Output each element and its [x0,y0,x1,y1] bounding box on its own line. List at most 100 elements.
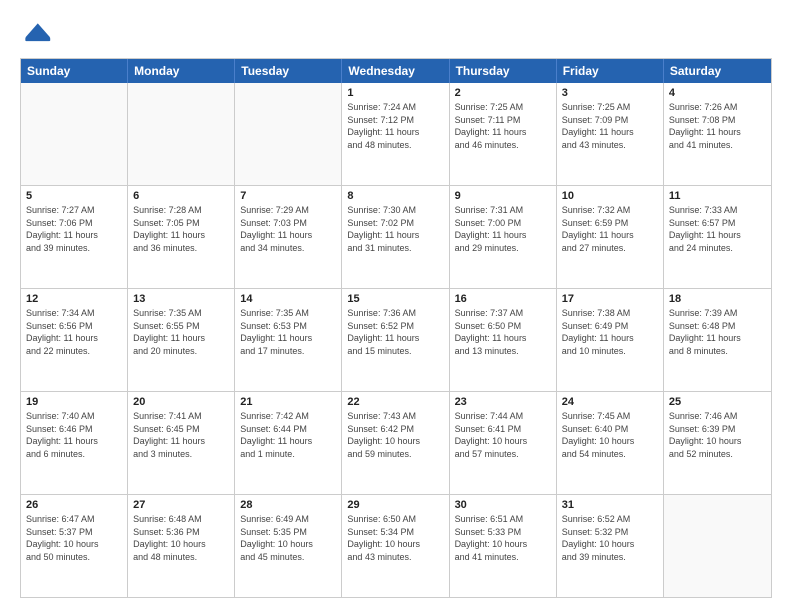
day-info: Sunrise: 7:31 AM Sunset: 7:00 PM Dayligh… [455,204,551,254]
header-cell-monday: Monday [128,59,235,83]
day-info: Sunrise: 6:52 AM Sunset: 5:32 PM Dayligh… [562,513,658,563]
day-cell-27: 27 Sunrise: 6:48 AM Sunset: 5:36 PM Dayli… [128,495,235,597]
day-number: 10 [562,190,658,202]
day-number: 31 [562,499,658,511]
day-cell-6: 6 Sunrise: 7:28 AM Sunset: 7:05 PM Daylig… [128,186,235,288]
empty-cell [235,83,342,185]
day-info: Sunrise: 7:27 AM Sunset: 7:06 PM Dayligh… [26,204,122,254]
day-cell-17: 17 Sunrise: 7:38 AM Sunset: 6:49 PM Dayli… [557,289,664,391]
day-info: Sunrise: 7:38 AM Sunset: 6:49 PM Dayligh… [562,307,658,357]
day-info: Sunrise: 6:48 AM Sunset: 5:36 PM Dayligh… [133,513,229,563]
day-info: Sunrise: 7:28 AM Sunset: 7:05 PM Dayligh… [133,204,229,254]
header-cell-sunday: Sunday [21,59,128,83]
header [20,18,772,50]
day-number: 9 [455,190,551,202]
day-cell-5: 5Sunrise: 7:27 AM Sunset: 7:06 PM Daylig… [21,186,128,288]
day-cell-8: 8Sunrise: 7:30 AM Sunset: 7:02 PM Daylig… [342,186,449,288]
day-info: Sunrise: 7:42 AM Sunset: 6:44 PM Dayligh… [240,410,336,460]
day-number: 15 [347,293,443,305]
day-info: Sunrise: 7:25 AM Sunset: 7:09 PM Dayligh… [562,101,658,151]
day-number: 17 [562,293,658,305]
day-info: Sunrise: 7:33 AM Sunset: 6:57 PM Dayligh… [669,204,766,254]
calendar-header: SundayMondayTuesdayWednesdayThursdayFrid… [21,59,771,83]
empty-cell [21,83,128,185]
day-info: Sunrise: 7:29 AM Sunset: 7:03 PM Dayligh… [240,204,336,254]
day-cell-25: 25 Sunrise: 7:46 AM Sunset: 6:39 PM Dayli… [664,392,771,494]
day-info: Sunrise: 7:35 AM Sunset: 6:53 PM Dayligh… [240,307,336,357]
day-cell-24: 24 Sunrise: 7:45 AM Sunset: 6:40 PM Dayli… [557,392,664,494]
header-cell-tuesday: Tuesday [235,59,342,83]
day-cell-7: 7 Sunrise: 7:29 AM Sunset: 7:03 PM Daylig… [235,186,342,288]
day-info: Sunrise: 7:35 AM Sunset: 6:55 PM Dayligh… [133,307,229,357]
day-number: 26 [26,499,122,511]
day-cell-29: 29 Sunrise: 6:50 AM Sunset: 5:34 PM Dayli… [342,495,449,597]
day-number: 21 [240,396,336,408]
logo-icon [20,18,52,50]
day-info: Sunrise: 7:37 AM Sunset: 6:50 PM Dayligh… [455,307,551,357]
day-number: 20 [133,396,229,408]
day-number: 12 [26,293,122,305]
day-number: 7 [240,190,336,202]
day-cell-20: 20 Sunrise: 7:41 AM Sunset: 6:45 PM Dayli… [128,392,235,494]
day-number: 28 [240,499,336,511]
day-info: Sunrise: 7:24 AM Sunset: 7:12 PM Dayligh… [347,101,443,151]
empty-cell [664,495,771,597]
day-info: Sunrise: 7:41 AM Sunset: 6:45 PM Dayligh… [133,410,229,460]
calendar-body: 1Sunrise: 7:24 AM Sunset: 7:12 PM Daylig… [21,83,771,597]
header-cell-saturday: Saturday [664,59,771,83]
day-info: Sunrise: 7:45 AM Sunset: 6:40 PM Dayligh… [562,410,658,460]
day-number: 16 [455,293,551,305]
day-cell-23: 23 Sunrise: 7:44 AM Sunset: 6:41 PM Dayli… [450,392,557,494]
day-number: 8 [347,190,443,202]
day-info: Sunrise: 7:26 AM Sunset: 7:08 PM Dayligh… [669,101,766,151]
day-cell-30: 30Sunrise: 6:51 AM Sunset: 5:33 PM Dayli… [450,495,557,597]
day-number: 29 [347,499,443,511]
day-info: Sunrise: 7:44 AM Sunset: 6:41 PM Dayligh… [455,410,551,460]
day-info: Sunrise: 7:25 AM Sunset: 7:11 PM Dayligh… [455,101,551,151]
day-number: 13 [133,293,229,305]
day-cell-13: 13 Sunrise: 7:35 AM Sunset: 6:55 PM Dayli… [128,289,235,391]
day-info: Sunrise: 6:47 AM Sunset: 5:37 PM Dayligh… [26,513,122,563]
day-cell-22: 22Sunrise: 7:43 AM Sunset: 6:42 PM Dayli… [342,392,449,494]
day-cell-18: 18 Sunrise: 7:39 AM Sunset: 6:48 PM Dayli… [664,289,771,391]
day-cell-9: 9 Sunrise: 7:31 AM Sunset: 7:00 PM Daylig… [450,186,557,288]
day-number: 3 [562,87,658,99]
day-number: 27 [133,499,229,511]
day-info: Sunrise: 7:39 AM Sunset: 6:48 PM Dayligh… [669,307,766,357]
day-cell-4: 4 Sunrise: 7:26 AM Sunset: 7:08 PM Daylig… [664,83,771,185]
day-cell-19: 19 Sunrise: 7:40 AM Sunset: 6:46 PM Dayli… [21,392,128,494]
week-row-1: 5Sunrise: 7:27 AM Sunset: 7:06 PM Daylig… [21,186,771,289]
day-info: Sunrise: 7:34 AM Sunset: 6:56 PM Dayligh… [26,307,122,357]
day-cell-11: 11Sunrise: 7:33 AM Sunset: 6:57 PM Dayli… [664,186,771,288]
day-info: Sunrise: 7:36 AM Sunset: 6:52 PM Dayligh… [347,307,443,357]
empty-cell [128,83,235,185]
day-cell-16: 16 Sunrise: 7:37 AM Sunset: 6:50 PM Dayli… [450,289,557,391]
day-info: Sunrise: 7:32 AM Sunset: 6:59 PM Dayligh… [562,204,658,254]
day-info: Sunrise: 7:43 AM Sunset: 6:42 PM Dayligh… [347,410,443,460]
day-cell-1: 1Sunrise: 7:24 AM Sunset: 7:12 PM Daylig… [342,83,449,185]
week-row-3: 19 Sunrise: 7:40 AM Sunset: 6:46 PM Dayli… [21,392,771,495]
page: SundayMondayTuesdayWednesdayThursdayFrid… [0,0,792,612]
day-number: 6 [133,190,229,202]
day-cell-31: 31 Sunrise: 6:52 AM Sunset: 5:32 PM Dayli… [557,495,664,597]
day-cell-14: 14 Sunrise: 7:35 AM Sunset: 6:53 PM Dayli… [235,289,342,391]
day-number: 14 [240,293,336,305]
day-number: 23 [455,396,551,408]
day-cell-26: 26 Sunrise: 6:47 AM Sunset: 5:37 PM Dayli… [21,495,128,597]
day-info: Sunrise: 7:40 AM Sunset: 6:46 PM Dayligh… [26,410,122,460]
calendar: SundayMondayTuesdayWednesdayThursdayFrid… [20,58,772,598]
day-number: 19 [26,396,122,408]
day-cell-28: 28 Sunrise: 6:49 AM Sunset: 5:35 PM Dayli… [235,495,342,597]
day-number: 25 [669,396,766,408]
day-cell-2: 2 Sunrise: 7:25 AM Sunset: 7:11 PM Daylig… [450,83,557,185]
day-info: Sunrise: 6:51 AM Sunset: 5:33 PM Dayligh… [455,513,551,563]
day-number: 24 [562,396,658,408]
day-number: 2 [455,87,551,99]
day-number: 4 [669,87,766,99]
day-info: Sunrise: 6:49 AM Sunset: 5:35 PM Dayligh… [240,513,336,563]
logo [20,18,56,50]
day-number: 18 [669,293,766,305]
day-info: Sunrise: 6:50 AM Sunset: 5:34 PM Dayligh… [347,513,443,563]
day-info: Sunrise: 7:46 AM Sunset: 6:39 PM Dayligh… [669,410,766,460]
week-row-2: 12 Sunrise: 7:34 AM Sunset: 6:56 PM Dayli… [21,289,771,392]
